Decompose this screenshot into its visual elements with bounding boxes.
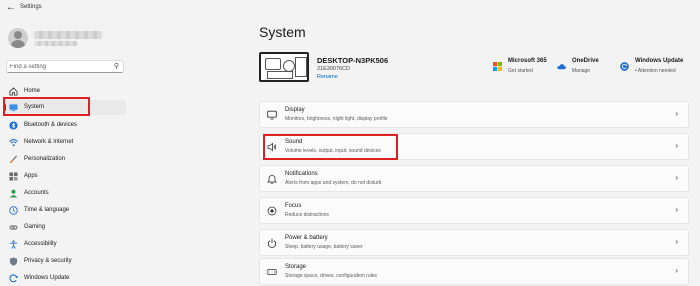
chevron-right-icon: › bbox=[675, 141, 678, 150]
card-subtitle: Alerts from apps and system, do not dist… bbox=[285, 180, 382, 186]
card-power-battery[interactable]: Power & battery Sleep, battery usage, ba… bbox=[259, 229, 689, 256]
sidebar-item-accessibility[interactable]: Accessibility bbox=[4, 237, 126, 252]
sidebar-item-network[interactable]: Network & internet bbox=[4, 135, 126, 150]
card-storage[interactable]: Storage Storage space, drives, configura… bbox=[259, 258, 689, 285]
chevron-right-icon: › bbox=[675, 173, 678, 182]
sidebar-item-windows-update[interactable]: Windows Update bbox=[4, 271, 126, 286]
sidebar-item-label: Gaming bbox=[24, 224, 46, 230]
search-box[interactable]: ⚲ bbox=[6, 60, 124, 73]
sidebar-item-gaming[interactable]: Gaming bbox=[4, 220, 126, 235]
storage-icon bbox=[267, 269, 277, 275]
gamepad-icon bbox=[9, 225, 18, 230]
rename-link[interactable]: Rename bbox=[317, 74, 338, 80]
card-subtitle: Storage space, drives, configuration rul… bbox=[285, 273, 377, 279]
user-email-redacted bbox=[34, 41, 78, 46]
brush-icon bbox=[9, 155, 18, 164]
arrow-left-icon[interactable]: ← bbox=[6, 2, 16, 13]
globe-clock-icon bbox=[9, 206, 18, 215]
card-title: Notifications bbox=[285, 171, 318, 177]
highlight-box-system bbox=[3, 97, 90, 116]
sidebar: ⚲ Home System Bluetooth & devices Networ… bbox=[0, 18, 130, 285]
status-subtitle: • Attention needed bbox=[635, 68, 676, 74]
cloud-icon bbox=[557, 64, 566, 70]
sidebar-item-label: Windows Update bbox=[24, 275, 70, 281]
app-title: Settings bbox=[20, 4, 42, 10]
page-title: System bbox=[259, 24, 306, 40]
sidebar-item-label: Bluetooth & devices bbox=[24, 122, 78, 128]
network-icon bbox=[9, 139, 18, 147]
sidebar-item-label: Time & language bbox=[24, 207, 70, 213]
sidebar-item-label: Network & internet bbox=[24, 139, 74, 145]
chevron-right-icon: › bbox=[675, 237, 678, 246]
card-title: Display bbox=[285, 107, 305, 113]
sidebar-item-label: Accounts bbox=[24, 190, 49, 196]
focus-icon bbox=[267, 206, 277, 216]
sidebar-item-personalization[interactable]: Personalization bbox=[4, 152, 126, 167]
sidebar-item-time-language[interactable]: Time & language bbox=[4, 203, 126, 218]
user-name-redacted bbox=[34, 31, 102, 39]
sidebar-item-label: Accessibility bbox=[24, 241, 57, 247]
sidebar-item-label: Privacy & security bbox=[24, 258, 72, 264]
sidebar-item-label: Home bbox=[24, 88, 41, 94]
search-icon[interactable]: ⚲ bbox=[114, 62, 119, 70]
avatar[interactable] bbox=[8, 28, 28, 48]
card-title: Focus bbox=[285, 203, 302, 209]
chevron-right-icon: › bbox=[675, 205, 678, 214]
status-title: OneDrive bbox=[572, 58, 599, 64]
device-name: DESKTOP-N3PK506 bbox=[317, 56, 389, 65]
bell-icon bbox=[267, 175, 277, 184]
chevron-right-icon: › bbox=[675, 266, 678, 275]
card-subtitle: Reduce distractions bbox=[285, 212, 329, 218]
status-title: Windows Update bbox=[635, 58, 684, 64]
bluetooth-icon bbox=[9, 121, 18, 130]
shield-icon bbox=[9, 257, 18, 266]
microsoft-logo-icon bbox=[493, 62, 502, 71]
sidebar-item-apps[interactable]: Apps bbox=[4, 169, 126, 184]
chevron-right-icon: › bbox=[675, 109, 678, 118]
accessibility-icon bbox=[9, 240, 18, 249]
card-display[interactable]: Display Monitors, brightness, night ligh… bbox=[259, 101, 689, 128]
monitor-icon bbox=[267, 110, 277, 120]
status-subtitle: Manage bbox=[572, 68, 591, 74]
card-title: Power & battery bbox=[285, 235, 328, 241]
device-image bbox=[259, 52, 309, 82]
home-icon bbox=[9, 87, 18, 96]
status-subtitle: Get started bbox=[508, 68, 533, 74]
sidebar-item-privacy-security[interactable]: Privacy & security bbox=[4, 254, 126, 269]
sidebar-item-label: Apps bbox=[24, 173, 38, 179]
card-subtitle: Monitors, brightness, night light, displ… bbox=[285, 116, 388, 122]
sidebar-item-label: Personalization bbox=[24, 156, 66, 162]
highlight-box-sound bbox=[263, 134, 398, 160]
apps-icon bbox=[9, 172, 18, 181]
windows-update-icon bbox=[9, 274, 18, 283]
card-notifications[interactable]: Notifications Alerts from apps and syste… bbox=[259, 165, 689, 192]
title-bar: ← Settings bbox=[0, 0, 700, 18]
search-input[interactable] bbox=[10, 62, 106, 71]
power-icon bbox=[267, 238, 277, 248]
sidebar-item-bluetooth[interactable]: Bluetooth & devices bbox=[4, 118, 126, 133]
accounts-icon bbox=[9, 189, 18, 198]
device-id: 21E30076CD bbox=[317, 66, 351, 72]
card-title: Storage bbox=[285, 264, 307, 270]
sidebar-item-accounts[interactable]: Accounts bbox=[4, 186, 126, 201]
status-title: Microsoft 365 bbox=[508, 58, 547, 64]
card-focus[interactable]: Focus Reduce distractions › bbox=[259, 197, 689, 224]
update-sync-icon bbox=[620, 62, 629, 71]
card-subtitle: Sleep, battery usage, battery saver bbox=[285, 244, 363, 250]
